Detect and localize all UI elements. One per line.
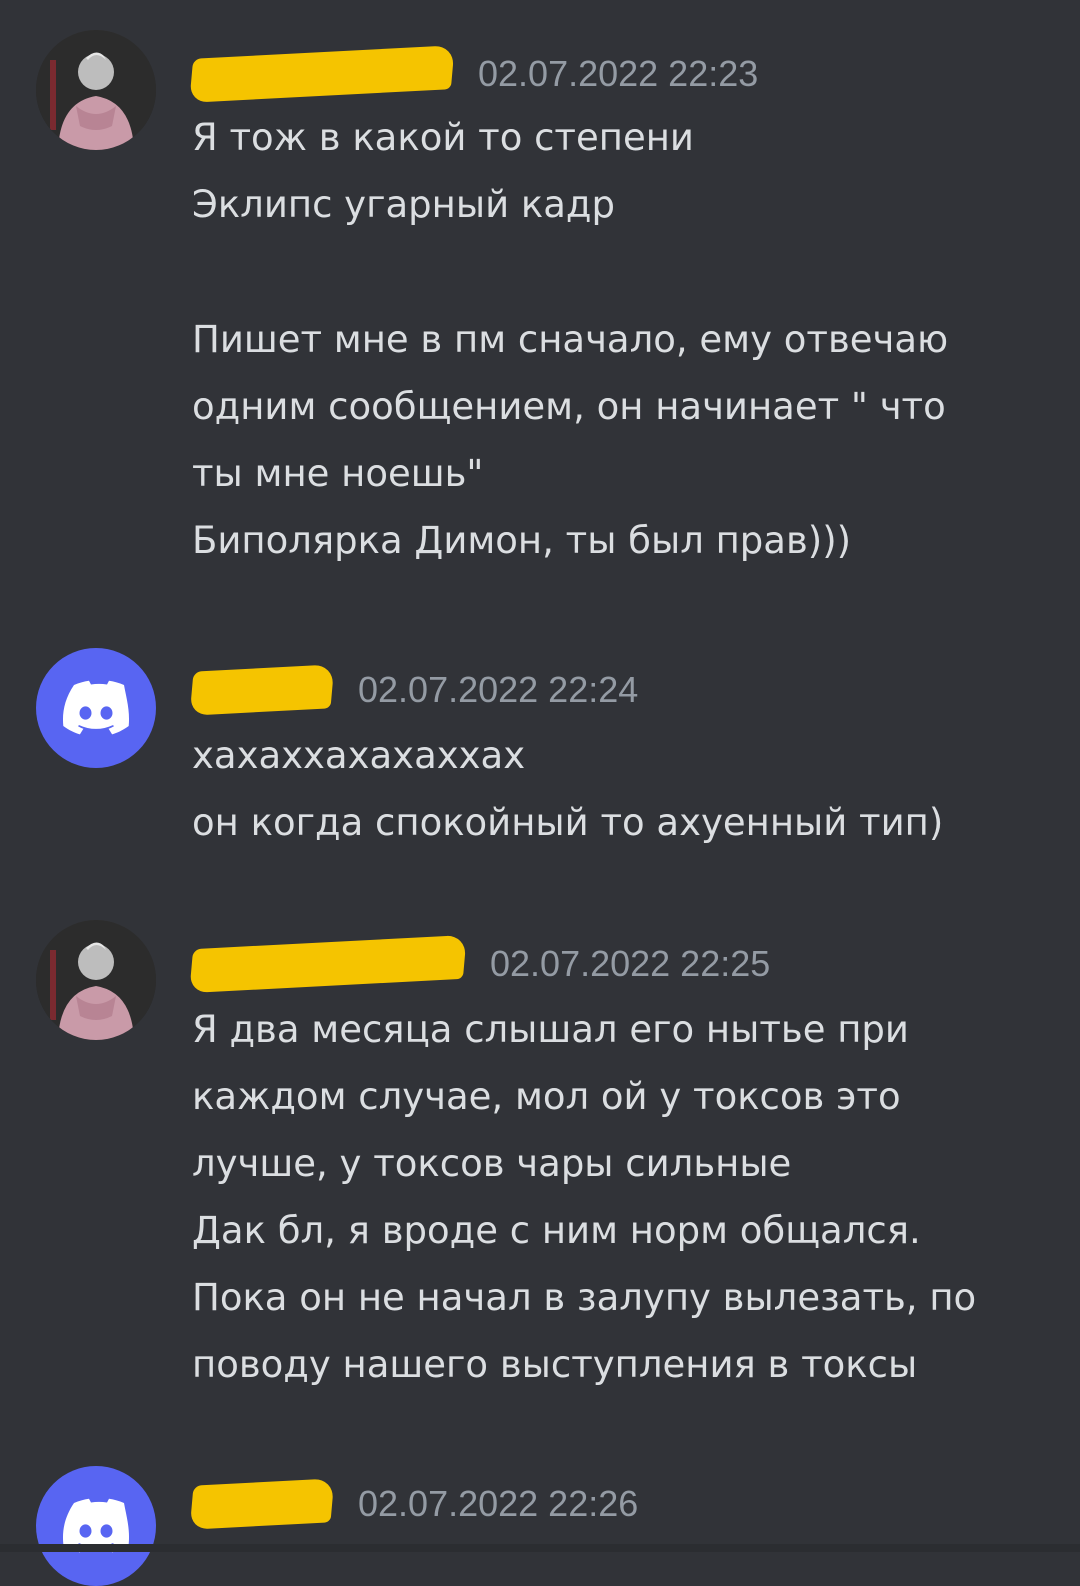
message-header: Ма 02.07.2022 22:26 (189, 1474, 638, 1534)
username-redacted[interactable]: Ма (189, 1478, 335, 1530)
message-line: ты мне ноешь" (192, 452, 484, 495)
message-line-empty (192, 238, 1062, 306)
message-line: Пишет мне в пм сначало, ему отвечаю (192, 318, 949, 361)
message-content: Я тож в какой то степени Эклипс угарный … (192, 104, 1062, 574)
message-line: Дак бл, я вроде с ним норм общался. (192, 1209, 921, 1252)
message-line: одним сообщением, он начинает " что (192, 385, 946, 428)
message-line: каждом случае, мол ой у токсов это (192, 1075, 901, 1118)
timestamp[interactable]: 02.07.2022 22:23 (478, 53, 758, 95)
timestamp[interactable]: 02.07.2022 22:26 (358, 1483, 638, 1525)
username-redacted[interactable]: Д (189, 934, 467, 994)
timestamp[interactable]: 02.07.2022 22:25 (490, 943, 770, 985)
screen-bottom-edge (0, 1544, 1080, 1552)
user-avatar[interactable] (36, 1466, 156, 1586)
message-line: поводу нашего выступления в токсы (192, 1343, 918, 1386)
message-line: Я тож в какой то степени (192, 116, 694, 159)
username-redacted[interactable]: Д (189, 45, 455, 103)
discord-logo-icon (62, 680, 130, 735)
person-photo-icon (36, 920, 156, 1040)
username-redacted[interactable]: М (189, 664, 335, 716)
message-line: Биполярка Димон, ты был прав))) (192, 519, 852, 562)
user-avatar[interactable] (36, 648, 156, 768)
user-avatar[interactable] (36, 920, 156, 1040)
message-line: Пока он не начал в залупу вылезать, по (192, 1276, 977, 1319)
message-header: Д 02.07.2022 22:25 (189, 934, 770, 994)
message-content: Я два месяца слышал его нытье при каждом… (192, 996, 1062, 1398)
message-header: Д 02.07.2022 22:23 (189, 44, 758, 104)
message-line: он когда спокойный то ахуенный тип) (192, 801, 944, 844)
message-line: Эклипс угарный кадр (192, 183, 615, 226)
timestamp[interactable]: 02.07.2022 22:24 (358, 669, 638, 711)
message-line: хахаххахахаххах (192, 734, 526, 777)
message-line: лучше, у токсов чары сильные (192, 1142, 792, 1185)
message-content: хахаххахахаххах он когда спокойный то ах… (192, 722, 1062, 856)
user-avatar[interactable] (36, 30, 156, 150)
message-line: Я два месяца слышал его нытье при (192, 1008, 909, 1051)
person-photo-icon (36, 30, 156, 150)
message-header: М 02.07.2022 22:24 (189, 660, 638, 720)
